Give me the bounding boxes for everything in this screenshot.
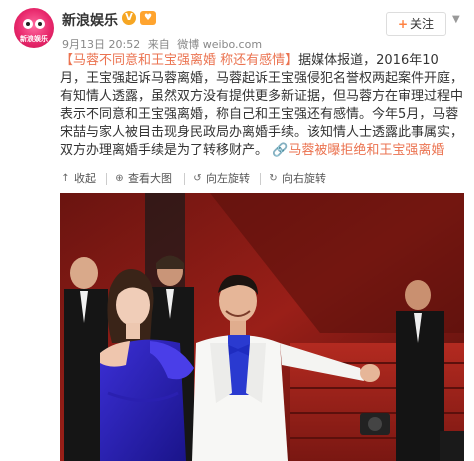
post-source[interactable]: 微博 weibo.com <box>177 38 262 51</box>
post-meta: 9月13日 20:52 来自 微博 weibo.com <box>62 36 266 52</box>
avatar-eye-right-icon <box>35 19 45 29</box>
rotate-right-label: 向右旋转 <box>282 172 326 185</box>
divider <box>184 173 185 185</box>
post-photo[interactable] <box>60 193 464 461</box>
v-badge-icon: V <box>122 11 136 25</box>
follow-button[interactable]: + 关注 <box>386 12 446 36</box>
rotate-right-icon: ↻ <box>269 172 278 184</box>
chevron-down-icon[interactable]: ▼ <box>452 14 460 25</box>
rotate-left-label: 向左旋转 <box>206 172 250 185</box>
divider <box>106 173 107 185</box>
plus-icon: + <box>397 17 409 31</box>
follow-label: 关注 <box>410 17 435 31</box>
collapse-label: 收起 <box>74 172 96 185</box>
collapse-button[interactable]: ↑ 收起 <box>60 170 96 186</box>
rotate-left-button[interactable]: ↺ 向左旋转 <box>192 170 250 186</box>
image-toolbar: ↑ 收起 ⊕ 查看大图 ↺ 向左旋转 ↻ 向右旋转 <box>60 170 464 190</box>
post-link[interactable]: 🔗马蓉被曝拒绝和王宝强离婚 <box>272 143 444 158</box>
divider <box>260 173 261 185</box>
post-link-text: 马蓉被曝拒绝和王宝强离婚 <box>288 143 445 158</box>
avatar-logo-text: 新浪娱乐 <box>20 35 48 43</box>
post-date[interactable]: 9月13日 20:52 <box>62 38 140 51</box>
rotate-right-button[interactable]: ↻ 向右旋转 <box>268 170 326 186</box>
post-text: 【马蓉不同意和王宝强离婚 称还有感情】据媒体报道，2016年10月，王宝强起诉马… <box>60 52 464 160</box>
account-name[interactable]: 新浪娱乐 <box>62 10 118 30</box>
rotate-left-icon: ↺ <box>193 172 202 184</box>
post-hashtag[interactable]: 【马蓉不同意和王宝强离婚 称还有感情】 <box>60 53 298 68</box>
view-large-button[interactable]: ⊕ 查看大图 <box>114 170 172 186</box>
collapse-icon: ↑ <box>61 172 70 184</box>
magnify-icon: ⊕ <box>115 172 124 184</box>
link-icon: 🔗 <box>272 143 289 158</box>
avatar-eye-left-icon <box>23 19 33 29</box>
view-large-label: 查看大图 <box>128 172 172 185</box>
red-carpet-photo <box>60 193 464 461</box>
fan-level-icon[interactable]: ♥ <box>140 11 156 25</box>
account-avatar[interactable]: 新浪娱乐 <box>14 8 54 48</box>
source-prefix: 来自 <box>147 38 170 51</box>
